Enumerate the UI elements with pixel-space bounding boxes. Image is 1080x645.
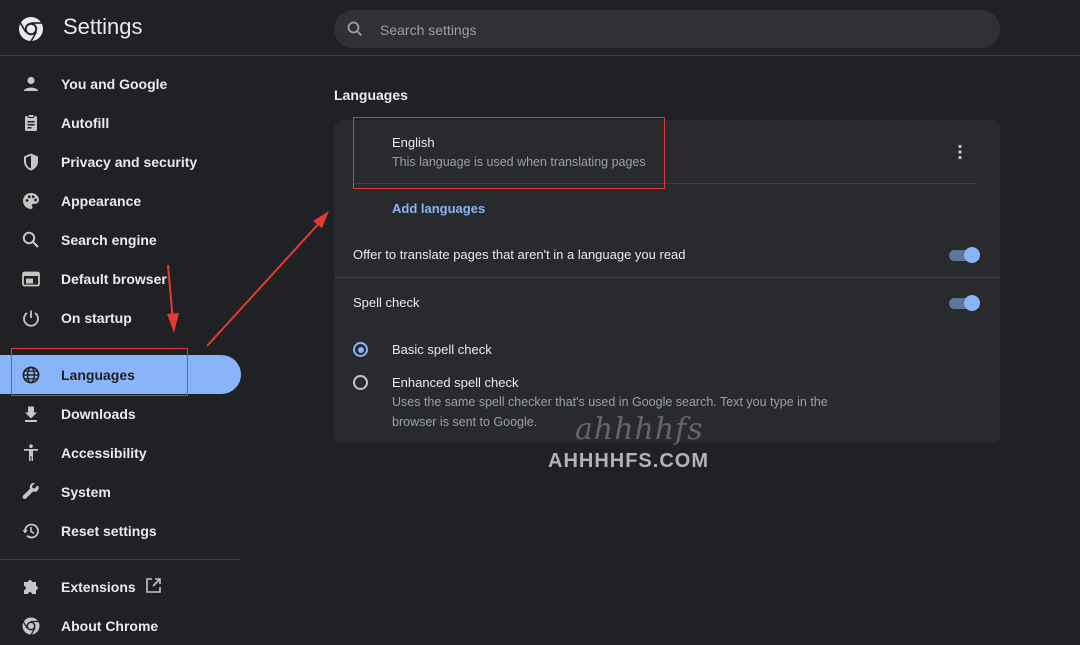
add-languages-button[interactable]: Add languages (392, 201, 485, 216)
sidebar-item-label: Autofill (61, 114, 110, 131)
history-icon (22, 523, 39, 539)
search-icon (22, 231, 39, 248)
watermark-script: ahhhhfs (575, 412, 704, 447)
annotation-arrowhead (313, 211, 329, 228)
sidebar-item-system[interactable]: System (0, 472, 241, 511)
palette-icon (23, 193, 39, 209)
sidebar-item-appearance[interactable]: Appearance (0, 181, 241, 220)
app-title: Settings (63, 14, 143, 39)
sidebar-item-autofill[interactable]: Autofill (0, 103, 241, 142)
clipboard-icon (25, 114, 37, 131)
sidebar-item-you-and-google[interactable]: You and Google (0, 64, 241, 103)
sidebar-item-label: You and Google (61, 75, 168, 92)
chrome-logo-icon (19, 17, 43, 42)
offer-translate-toggle[interactable] (949, 246, 981, 264)
sidebar-item-on-startup[interactable]: On startup (0, 298, 241, 337)
divider (334, 277, 1000, 278)
wrench-icon (22, 482, 39, 499)
toggle-knob (964, 295, 980, 311)
search-icon (347, 21, 363, 37)
spell-check-toggle[interactable] (949, 294, 981, 312)
watermark-text: AHHHHFS.COM (548, 450, 709, 472)
accessibility-icon (24, 444, 38, 461)
globe-icon (22, 366, 40, 384)
sidebar-item-label: Search engine (61, 231, 157, 248)
section-title: Languages (334, 87, 408, 103)
basic-spell-check-radio[interactable] (353, 342, 368, 357)
languages-card: English This language is used when trans… (334, 120, 1000, 443)
divider (354, 183, 976, 184)
sidebar-item-label: Accessibility (61, 444, 147, 461)
spell-check-label: Spell check (353, 295, 420, 310)
sidebar-item-label: On startup (61, 309, 132, 326)
sidebar-item-label: Extensions (61, 578, 136, 595)
sidebar-item-label: Languages (61, 366, 135, 383)
basic-spell-check-label: Basic spell check (392, 342, 492, 357)
sidebar-item-reset-settings[interactable]: Reset settings (0, 511, 241, 550)
sidebar-item-label: Downloads (61, 405, 136, 422)
top-bar: Settings (0, 0, 1080, 56)
enhanced-spell-check-radio[interactable] (353, 375, 368, 390)
puzzle-icon (24, 580, 38, 594)
sidebar-item-label: Default browser (61, 270, 167, 287)
sidebar-item-accessibility[interactable]: Accessibility (0, 433, 241, 472)
offer-translate-label: Offer to translate pages that aren't in … (353, 247, 686, 262)
sidebar-item-search-engine[interactable]: Search engine (0, 220, 241, 259)
sidebar-item-languages[interactable]: Languages (0, 355, 241, 394)
sidebar-item-privacy-and-security[interactable]: Privacy and security (0, 142, 241, 181)
toggle-knob (964, 247, 980, 263)
shield-icon (24, 153, 38, 171)
sidebar-divider (0, 559, 240, 560)
sidebar-item-extensions[interactable]: Extensions (0, 567, 241, 606)
language-description: This language is used when translating p… (392, 155, 646, 169)
sidebar-item-label: Reset settings (61, 522, 157, 539)
more-vert-icon[interactable] (950, 142, 970, 162)
sidebar-item-about-chrome[interactable]: About Chrome (0, 606, 241, 645)
power-icon (23, 310, 39, 327)
sidebar-item-label: Privacy and security (61, 153, 198, 170)
chrome-icon (22, 617, 40, 636)
search-bar[interactable] (334, 10, 1000, 50)
sidebar-item-label: About Chrome (61, 617, 159, 634)
language-name: English (392, 135, 435, 150)
sidebar: You and Google Autofill Privacy and secu… (0, 56, 241, 642)
language-item: English This language is used when trans… (334, 120, 1000, 184)
download-icon (25, 406, 37, 422)
sidebar-item-downloads[interactable]: Downloads (0, 394, 241, 433)
search-input[interactable] (378, 10, 982, 50)
sidebar-item-default-browser[interactable]: Default browser (0, 259, 241, 298)
sidebar-item-label: Appearance (61, 192, 142, 209)
sidebar-item-label: System (61, 483, 111, 500)
browser-window-icon (22, 271, 40, 287)
person-icon (24, 76, 38, 91)
external-link-icon[interactable] (145, 577, 162, 594)
enhanced-spell-check-label: Enhanced spell check (392, 375, 519, 390)
